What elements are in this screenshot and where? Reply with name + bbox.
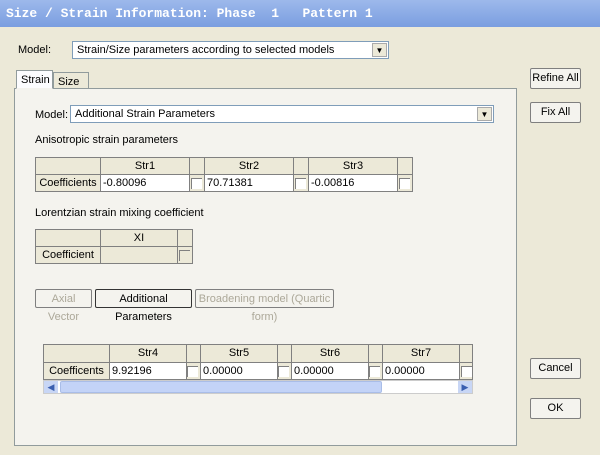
str5-refine-checkbox[interactable]	[277, 362, 292, 380]
tab-strain[interactable]: Strain	[16, 70, 53, 89]
model-select[interactable]: Strain/Size parameters according to sele…	[72, 41, 389, 59]
str2-refine-checkbox[interactable]	[293, 174, 309, 192]
broadening-model-button: Broadening model (Quartic form)	[195, 289, 334, 323]
col-header: Str5	[200, 344, 278, 363]
row-label: Coefficients	[35, 174, 101, 192]
strain-model-value: Additional Strain Parameters	[75, 108, 216, 120]
corner-cell	[43, 344, 110, 363]
str3-input[interactable]: -0.00816	[308, 174, 398, 192]
str6-refine-checkbox[interactable]	[368, 362, 383, 380]
xi-refine-checkbox	[177, 246, 193, 264]
horizontal-scrollbar[interactable]: ◀ ▶	[43, 380, 473, 394]
additional-parameters-button[interactable]: Additional Parameters	[95, 289, 192, 323]
cancel-button[interactable]: Cancel	[530, 358, 581, 379]
scroll-left-icon[interactable]: ◀	[44, 381, 58, 393]
refine-all-button[interactable]: Refine All	[530, 68, 581, 89]
col-header	[397, 157, 413, 175]
fix-all-button[interactable]: Fix All	[530, 102, 581, 123]
col-header: Str7	[382, 344, 460, 363]
xi-input	[100, 246, 178, 264]
col-header: Str2	[204, 157, 294, 175]
col-header: Str1	[100, 157, 190, 175]
col-header	[368, 344, 383, 363]
model-label: Model:	[18, 44, 52, 56]
col-header	[177, 229, 193, 247]
aniso-label: Anisotropic strain parameters	[35, 134, 179, 146]
col-header	[277, 344, 292, 363]
col-header	[293, 157, 309, 175]
lorentz-label: Lorentzian strain mixing coefficient	[35, 207, 204, 219]
str2-input[interactable]: 70.71381	[204, 174, 294, 192]
str7-input[interactable]: 0.00000	[382, 362, 460, 380]
str3-refine-checkbox[interactable]	[397, 174, 413, 192]
col-header: Str6	[291, 344, 369, 363]
model-select-value: Strain/Size parameters according to sele…	[77, 44, 335, 56]
scroll-thumb[interactable]	[60, 381, 382, 393]
strain-model-label: Model:	[35, 109, 69, 121]
col-header	[186, 344, 201, 363]
col-header	[459, 344, 473, 363]
col-header: Str3	[308, 157, 398, 175]
row-label: Coefficient	[35, 246, 101, 264]
scroll-right-icon[interactable]: ▶	[458, 381, 472, 393]
str1-input[interactable]: -0.80096	[100, 174, 190, 192]
chevron-down-icon[interactable]: ▼	[372, 43, 387, 57]
title-bar: Size / Strain Information: Phase 1 Patte…	[0, 0, 600, 27]
strain-model-select[interactable]: Additional Strain Parameters ▼	[70, 105, 494, 123]
row-label: Coefficents	[43, 362, 110, 380]
str4-input[interactable]: 9.92196	[109, 362, 187, 380]
str1-refine-checkbox[interactable]	[189, 174, 205, 192]
col-header	[189, 157, 205, 175]
col-header: Str4	[109, 344, 187, 363]
str5-input[interactable]: 0.00000	[200, 362, 278, 380]
axial-vector-button: Axial Vector	[35, 289, 92, 323]
str7-refine-checkbox[interactable]	[459, 362, 473, 380]
chevron-down-icon[interactable]: ▼	[477, 107, 492, 121]
ok-button[interactable]: OK	[530, 398, 581, 419]
col-header: XI	[100, 229, 178, 247]
corner-cell	[35, 157, 101, 175]
str4-refine-checkbox[interactable]	[186, 362, 201, 380]
corner-cell	[35, 229, 101, 247]
str6-input[interactable]: 0.00000	[291, 362, 369, 380]
